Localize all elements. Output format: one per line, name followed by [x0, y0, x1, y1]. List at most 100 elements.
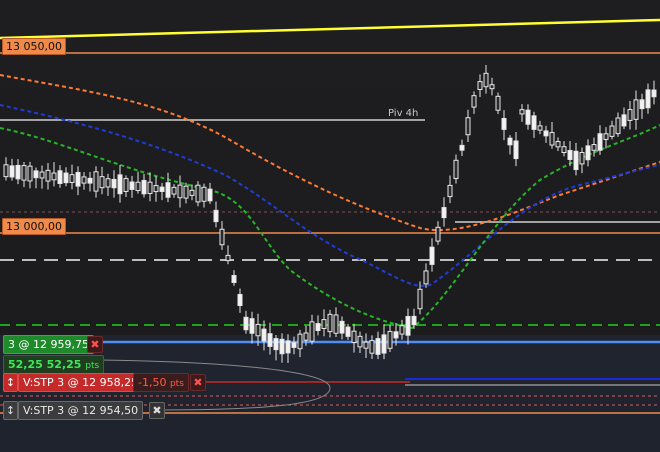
candle-body: [633, 99, 639, 120]
candle-body: [183, 185, 189, 199]
candle-body: [549, 132, 555, 146]
candle-body: [579, 151, 585, 165]
candle-body: [171, 186, 177, 195]
candle-body: [9, 165, 15, 178]
candle-body: [189, 189, 195, 196]
candle-body: [597, 133, 603, 151]
stop-order-pts-unit: pts: [169, 379, 184, 389]
candle-body: [75, 171, 81, 187]
moving-average-orange: [0, 74, 660, 232]
candle-body: [369, 340, 375, 354]
candle-body: [303, 332, 309, 341]
position-pts-b: 52,25: [46, 358, 82, 371]
candle-body: [627, 109, 633, 121]
candle-body: [495, 95, 501, 111]
candle-body: [315, 323, 321, 332]
candle-body: [393, 331, 399, 339]
candle-body: [429, 246, 435, 265]
candle-body: [285, 340, 291, 354]
candle-body: [507, 137, 513, 146]
candle-body: [267, 333, 273, 347]
candle-body: [63, 172, 69, 184]
candle-body: [207, 188, 213, 202]
candle-body: [435, 226, 441, 242]
candle-body: [141, 179, 147, 195]
candle-body: [333, 314, 339, 334]
candle-body: [159, 186, 165, 192]
close-icon[interactable]: ✖: [87, 336, 103, 353]
candle-body: [483, 72, 489, 88]
candle-body: [153, 185, 159, 193]
candle-body: [525, 109, 531, 125]
candle-body: [225, 254, 231, 262]
candle-body: [585, 145, 591, 161]
candle-body: [291, 342, 297, 348]
candle-body: [177, 184, 183, 199]
candle-body: [111, 178, 117, 189]
candle-body: [591, 144, 597, 151]
candle-body: [69, 174, 75, 183]
candle-body: [237, 293, 243, 307]
candle-body: [561, 146, 567, 154]
candle-body: [231, 275, 237, 283]
candle-body: [117, 174, 123, 195]
up-down-arrow-icon[interactable]: ↕: [3, 373, 18, 392]
candle-body: [399, 325, 405, 335]
candle-body: [441, 207, 447, 219]
candle-body: [39, 171, 45, 179]
close-icon[interactable]: ✖: [190, 374, 206, 391]
candle-body: [615, 117, 621, 135]
candle-body: [651, 89, 657, 98]
candle-body: [387, 330, 393, 349]
candle-body: [345, 326, 351, 337]
candle-body: [147, 181, 153, 195]
position-order-tag[interactable]: 3 @ 12 959,75: [3, 335, 94, 354]
candle-body: [27, 165, 33, 182]
position-pts-tag: 52,25 52,25 pts: [3, 355, 105, 374]
moving-average-green: [0, 124, 660, 330]
candle-body: [357, 335, 363, 348]
candle-body: [417, 288, 423, 310]
close-icon[interactable]: ✖: [149, 402, 165, 419]
candle-body: [537, 125, 543, 131]
candle-body: [327, 313, 333, 333]
candle-body: [243, 316, 249, 331]
candle-body: [165, 182, 171, 198]
up-down-arrow-icon[interactable]: ↕: [3, 401, 18, 420]
candle-body: [513, 140, 519, 160]
candle-body: [15, 164, 21, 180]
candle-body: [639, 99, 645, 110]
candle-body: [261, 328, 267, 342]
candle-body: [33, 170, 39, 179]
candle-body: [93, 171, 99, 192]
stop-order-tag[interactable]: V:STP 3 @ 12 958,25: [18, 373, 144, 392]
candle-body: [567, 150, 573, 160]
candle-body: [309, 321, 315, 342]
candle-body: [3, 164, 9, 178]
candle-body: [129, 181, 135, 190]
candle-body: [621, 114, 627, 127]
stop-order-tag-secondary[interactable]: V:STP 3 @ 12 954,50: [18, 401, 144, 420]
candle-body: [471, 95, 477, 108]
candle-body: [87, 177, 93, 184]
candle-body: [447, 184, 453, 198]
price-level-label-13000: 13 000,00: [2, 218, 66, 235]
stop-order-pts: -1,50 pts: [133, 373, 189, 392]
candle-body: [603, 133, 609, 140]
candle-body: [381, 334, 387, 354]
candle-body: [213, 209, 219, 223]
candle-body: [477, 81, 483, 90]
candle-body: [255, 323, 261, 337]
trend-line: [0, 18, 660, 40]
candle-body: [459, 144, 465, 151]
candle-body: [297, 333, 303, 350]
candle-body: [351, 330, 357, 343]
candle-body: [195, 184, 201, 203]
candle-body: [519, 109, 525, 115]
pivot-label: Piv 4h: [388, 108, 419, 119]
candle-body: [57, 170, 63, 185]
candle-body: [51, 172, 57, 181]
candle-body: [405, 315, 411, 336]
candle-body: [45, 169, 51, 182]
candle-body: [99, 176, 105, 189]
